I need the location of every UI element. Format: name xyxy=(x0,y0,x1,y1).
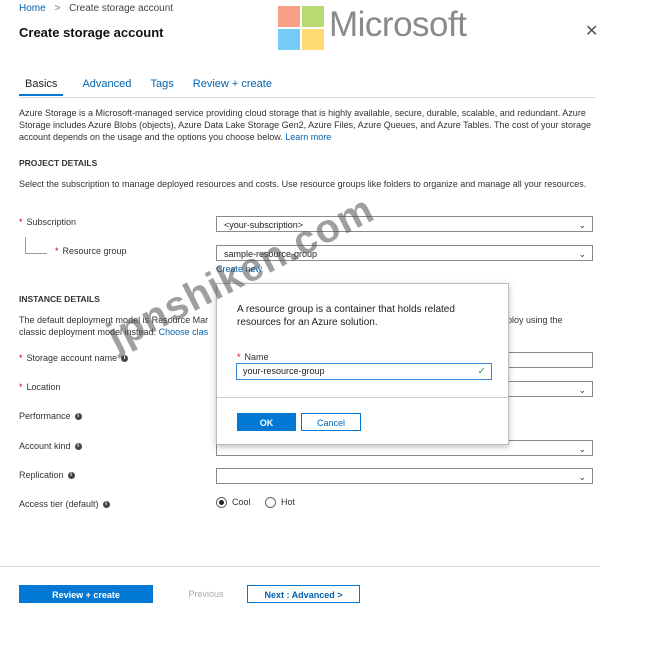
radio-cool[interactable]: Cool xyxy=(216,497,251,509)
resource-group-label: * Resource group xyxy=(55,246,127,256)
cancel-button[interactable]: Cancel xyxy=(301,413,361,431)
radio-hot[interactable]: Hot xyxy=(265,497,295,509)
tree-connector xyxy=(25,253,47,254)
next-advanced-button[interactable]: Next : Advanced > xyxy=(247,585,360,603)
tab-basics[interactable]: Basics xyxy=(19,78,64,96)
replication-select[interactable]: ⌄ xyxy=(216,468,593,484)
chevron-down-icon: ⌄ xyxy=(578,472,586,482)
project-details-heading: PROJECT DETAILS xyxy=(19,158,98,168)
subscription-select[interactable]: <your-subscription> ⌄ xyxy=(216,216,593,232)
access-tier-radio-group: Cool Hot xyxy=(216,497,295,509)
create-new-link[interactable]: Create new xyxy=(216,264,262,274)
microsoft-logo xyxy=(278,6,324,50)
radio-hot-indicator[interactable] xyxy=(265,497,277,509)
info-icon[interactable]: i xyxy=(121,355,129,363)
required-asterisk: * xyxy=(19,217,23,227)
chevron-down-icon: ⌄ xyxy=(578,249,586,259)
info-icon[interactable]: i xyxy=(102,501,110,509)
microsoft-wordmark: Microsoft xyxy=(329,5,467,44)
resource-group-name-input[interactable]: your-resource-group ✓ xyxy=(236,363,492,380)
logo-blue-square xyxy=(278,29,300,50)
subscription-label: * Subscription xyxy=(19,217,77,227)
info-icon[interactable]: i xyxy=(67,472,75,480)
logo-green-square xyxy=(302,6,324,27)
create-resource-group-popup: A resource group is a container that hol… xyxy=(216,283,509,445)
breadcrumb-current: Create storage account xyxy=(69,3,174,14)
learn-more-link[interactable]: Learn more xyxy=(285,132,331,142)
chevron-down-icon: ⌄ xyxy=(578,444,586,454)
choose-classic-link[interactable]: Choose clas xyxy=(159,327,209,337)
page-title: Create storage account xyxy=(19,25,164,40)
instance-details-text: The default deployment model is Resource… xyxy=(19,315,209,325)
required-asterisk: * xyxy=(19,382,23,392)
location-label: * Location xyxy=(19,382,61,392)
chevron-down-icon: ⌄ xyxy=(578,220,586,230)
info-icon[interactable]: i xyxy=(74,413,82,421)
intro-description: Azure Storage is a Microsoft-managed ser… xyxy=(19,107,594,143)
account-kind-label: Account kind i xyxy=(19,441,82,451)
logo-red-square xyxy=(278,6,300,27)
info-icon[interactable]: i xyxy=(74,443,82,451)
previous-button[interactable]: Previous xyxy=(172,585,240,603)
popup-divider xyxy=(217,397,508,398)
tab-bar: Basics Advanced Tags Review + create xyxy=(19,78,288,96)
radio-cool-indicator[interactable] xyxy=(216,497,227,509)
footer-divider xyxy=(0,566,600,567)
instance-details-text-line2: classic deployment model instead. Choose… xyxy=(19,327,209,337)
review-create-button[interactable]: Review + create xyxy=(19,585,153,603)
access-tier-label: Access tier (default) i xyxy=(19,499,110,509)
breadcrumb-home[interactable]: Home xyxy=(19,3,46,14)
chevron-right-icon: > xyxy=(54,3,61,14)
instance-details-text-end: ploy using the xyxy=(507,315,563,325)
required-asterisk: * xyxy=(19,353,23,363)
replication-label: Replication i xyxy=(19,470,75,480)
storage-account-name-label: * Storage account name i xyxy=(19,353,129,363)
chevron-down-icon: ⌄ xyxy=(578,385,586,395)
tab-review-create[interactable]: Review + create xyxy=(193,78,272,94)
logo-yellow-square xyxy=(302,29,324,50)
popup-name-label: * Name xyxy=(237,352,269,362)
tab-tags[interactable]: Tags xyxy=(150,78,173,94)
ok-button[interactable]: OK xyxy=(237,413,296,431)
required-asterisk: * xyxy=(55,246,59,256)
tree-connector xyxy=(25,237,26,253)
performance-label: Performance i xyxy=(19,411,82,421)
tab-divider xyxy=(19,97,596,98)
checkmark-icon: ✓ xyxy=(477,366,486,377)
breadcrumb: Home > Create storage account xyxy=(19,3,173,14)
popup-description: A resource group is a container that hol… xyxy=(237,304,455,328)
resource-group-select[interactable]: sample-resource-group ⌄ xyxy=(216,245,593,261)
project-details-text: Select the subscription to manage deploy… xyxy=(19,179,587,189)
instance-details-heading: INSTANCE DETAILS xyxy=(19,294,100,304)
tab-advanced[interactable]: Advanced xyxy=(82,78,131,94)
close-icon[interactable]: ✕ xyxy=(585,21,598,41)
required-asterisk: * xyxy=(237,352,241,362)
